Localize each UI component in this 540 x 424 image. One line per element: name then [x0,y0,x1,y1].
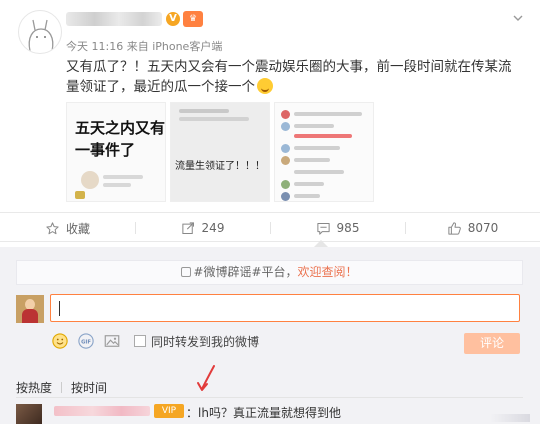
sticker-icon [81,171,99,189]
sort-tabs: 按热度 按时间 [16,379,107,396]
like-button[interactable]: 8070 [405,213,540,243]
repost-icon [181,221,194,234]
notice-icon [181,267,192,277]
image-thumb-2[interactable]: 流量生领证了！！！ [170,102,270,202]
blurred-line [103,183,131,187]
svg-text:GIF: GIF [81,339,91,345]
chat-row [281,155,371,167]
post-meta: 今天 11:16 来自 iPhone客户端 [66,40,223,53]
star-icon [46,221,59,234]
chat-row [281,131,371,143]
action-bar: 收藏 249 985 8070 [0,212,540,242]
author-name[interactable] [66,12,162,26]
chevron-down-icon[interactable] [512,12,524,24]
repost-count: 249 [201,221,225,235]
chat-row [281,167,371,179]
favorite-button[interactable]: 收藏 [0,213,135,243]
comment-input[interactable] [50,294,520,322]
tab-sort-time[interactable]: 按时间 [71,379,107,396]
emoji-icon[interactable] [50,331,70,351]
comment-panel: #微博辟谣#平台，欢迎查阅！ GIF 同时转发到我的微博 评论 按热度 按时间 … [0,247,540,424]
chat-row [281,143,371,155]
post-body: 又有瓜了？！五天内又会有一个震动娱乐圈的大事，前一段时间就在传某流量领证了，最近… [66,59,512,95]
comment-item: VIP ：lh吗？真正流量就想得到他 [16,402,536,424]
comment-count: 985 [336,221,360,235]
thumbs-up-icon [448,221,461,235]
image-thumb-1[interactable]: 五天之内又有一事件了 [66,102,166,202]
active-tab-caret [314,240,328,247]
chat-row [281,109,371,121]
image-icon[interactable] [102,331,122,351]
blurred-line [103,175,143,179]
rumor-notice[interactable]: #微博辟谣#平台，欢迎查阅！ [16,260,523,285]
submit-comment-button[interactable]: 评论 [464,333,520,354]
chat-row [281,179,371,191]
comment-button[interactable]: 985 [270,213,405,243]
author-avatar[interactable] [18,10,62,54]
divider [61,382,63,393]
image-thumb-3[interactable] [274,102,374,202]
comment-toolbar: GIF 同时转发到我的微博 [50,330,259,352]
comment-icon [316,222,330,235]
vip-icon: ♛ [183,11,203,27]
divider [16,397,523,398]
repost-button[interactable]: 249 [135,213,270,243]
text-cursor [59,301,60,316]
my-avatar [16,295,44,323]
verified-icon: V [166,12,180,26]
post-text: 又有瓜了？！五天内又会有一个震动娱乐圈的大事，前一段时间就在传某流量领证了，最近… [66,57,522,97]
weibo-post: V ♛ 今天 11:16 来自 iPhone客户端 又有瓜了？！五天内又会有一个… [0,0,540,212]
favorite-label: 收藏 [65,221,90,236]
repost-checkbox-label: 同时转发到我的微博 [151,334,260,349]
notice-link[interactable]: 欢迎查阅！ [298,265,358,279]
grin-emoji-icon [257,78,273,94]
trophy-icon [75,191,85,199]
chat-row [281,191,371,201]
comment-text: ：lh吗？真正流量就想得到他 [186,406,341,420]
notice-text: #微博辟谣#平台， [193,265,298,279]
tab-sort-hot[interactable]: 按热度 [16,379,52,396]
blurred-line [179,117,249,121]
image-thumb-1-caption: 五天之内又有一事件了 [75,119,166,159]
watermark [490,414,530,422]
gif-icon[interactable]: GIF [76,331,96,351]
blurred-line [179,109,229,113]
like-count: 8070 [467,221,499,235]
commenter-avatar[interactable] [16,404,42,424]
commenter-name[interactable] [54,406,150,416]
red-arrow-annotation [197,365,215,391]
vip-badge: VIP [154,404,184,418]
image-thumb-2-caption: 流量生领证了！！！ [175,161,265,172]
repost-checkbox[interactable] [134,335,146,347]
